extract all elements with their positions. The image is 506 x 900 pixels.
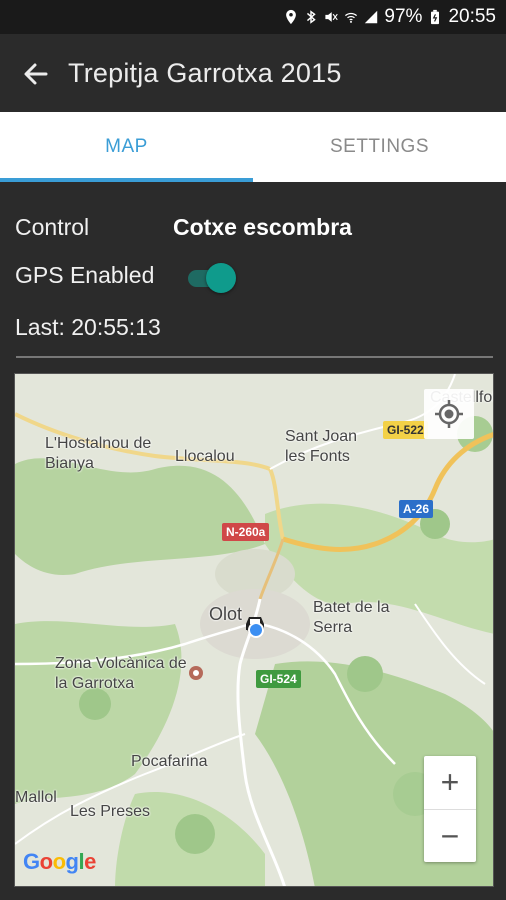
map-view[interactable]: Castellfollit de la Roca L'Hostalnou de … xyxy=(14,373,494,887)
road-gi524: GI-524 xyxy=(256,670,301,688)
toggle-thumb xyxy=(206,263,236,293)
last-update-text: Last: 20:55:13 xyxy=(15,314,161,340)
mute-icon xyxy=(325,12,339,22)
battery-icon xyxy=(431,9,440,25)
place-pocafarina: Pocafarina xyxy=(131,753,208,770)
zoom-in-button[interactable]: + xyxy=(424,756,476,809)
place-llocalou: Llocalou xyxy=(175,448,235,465)
my-location-icon xyxy=(435,400,463,428)
place-mallol: Mallol xyxy=(15,789,57,806)
place-les-preses: Les Preses xyxy=(70,803,151,820)
place-batet: Batet de la Serra xyxy=(313,599,390,636)
zoom-out-button[interactable]: − xyxy=(424,809,476,862)
tab-map[interactable]: MAP xyxy=(0,112,253,182)
landmark-icon xyxy=(189,666,203,680)
app-bar: Trepitja Garrotxa 2015 xyxy=(0,34,506,112)
tab-map-label: MAP xyxy=(105,136,148,157)
arrow-back-icon xyxy=(24,63,48,85)
gps-enabled-label: GPS Enabled xyxy=(15,262,155,288)
current-location-dot xyxy=(248,622,264,638)
road-n260a: N-260a xyxy=(222,523,270,541)
bluetooth-icon xyxy=(307,10,317,24)
signal-icon xyxy=(365,10,378,24)
tab-settings-label: SETTINGS xyxy=(329,136,429,157)
tab-bar: MAP SETTINGS xyxy=(0,112,506,182)
gps-toggle[interactable] xyxy=(188,263,238,293)
place-sant-joan: Sant Joan les Fonts xyxy=(285,428,358,465)
battery-percent: 97% xyxy=(384,6,423,27)
google-logo: Google xyxy=(23,849,96,874)
wifi-icon xyxy=(345,12,358,23)
road-gi522: GI-522 xyxy=(383,421,428,439)
divider xyxy=(16,356,493,358)
location-icon xyxy=(286,9,297,25)
road-a26: A-26 xyxy=(399,500,434,518)
page-title: Trepitja Garrotxa 2015 xyxy=(68,58,342,88)
clock: 20:55 xyxy=(448,6,496,27)
place-hostalnou: L'Hostalnou de Bianya xyxy=(45,435,152,472)
control-value: Cotxe escombra xyxy=(173,214,352,240)
control-label: Control xyxy=(15,214,90,240)
tab-indicator xyxy=(0,178,253,182)
place-zona-volcanica: Zona Volcànica de la Garrotxa xyxy=(55,655,187,692)
status-bar: 97% 20:55 xyxy=(0,0,506,34)
place-olot: Olot xyxy=(209,604,243,624)
tab-settings[interactable]: SETTINGS xyxy=(253,112,506,182)
back-button[interactable] xyxy=(18,56,54,92)
my-location-button[interactable] xyxy=(424,389,474,439)
zoom-controls: + − xyxy=(424,756,476,862)
